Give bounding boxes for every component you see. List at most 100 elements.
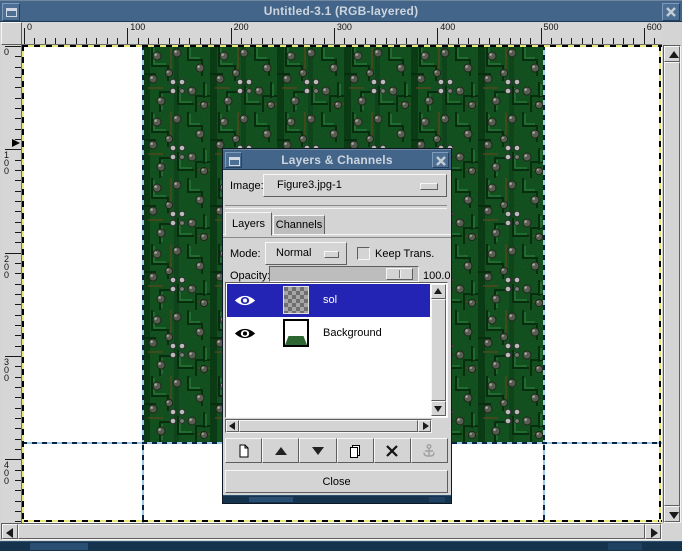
tab-layers[interactable]: Layers (225, 212, 272, 236)
arrow-up-icon (669, 51, 679, 58)
anchor-layer-button[interactable] (411, 438, 448, 463)
close-button[interactable]: Close (225, 470, 448, 493)
vertical-guide-right[interactable] (543, 45, 545, 523)
window-close-button[interactable] (662, 3, 680, 21)
ruler-tick (406, 38, 407, 44)
lower-layer-button[interactable] (299, 438, 336, 463)
ruler-tick (15, 222, 21, 223)
ruler-tick (602, 38, 603, 44)
ruler-tick (189, 38, 190, 44)
mode-select[interactable]: Normal (265, 242, 347, 265)
screen: Untitled-3.1 (RGB-layered) 0100200300400… (0, 0, 682, 551)
ruler-corner-box[interactable] (1, 22, 22, 45)
vertical-guide-left[interactable] (142, 45, 144, 523)
ruler-tick (231, 28, 232, 44)
ruler-tick (592, 38, 593, 44)
arrow-right-icon (423, 422, 429, 430)
canvas-vertical-scrollbar[interactable] (663, 45, 681, 523)
layer-list: sol Background (225, 282, 448, 418)
vertical-scroll-thumb[interactable] (664, 62, 680, 506)
ruler-tick (15, 67, 21, 68)
ruler-tick (15, 418, 21, 419)
ruler-tick (334, 28, 335, 44)
close-icon (665, 6, 677, 18)
dialog-close-button[interactable] (432, 152, 449, 168)
duplicate-layer-button[interactable] (337, 438, 374, 463)
tab-channels[interactable]: Channels (273, 215, 325, 235)
ruler-tick (375, 38, 376, 44)
ruler-tick (15, 170, 21, 171)
new-layer-button[interactable] (225, 438, 262, 463)
close-icon (435, 155, 447, 167)
ruler-tick (499, 38, 500, 44)
layer-name: sol (323, 294, 337, 306)
horizontal-scroll-thumb[interactable] (18, 524, 645, 539)
ruler-tick (15, 366, 21, 367)
image-select[interactable]: Figure3.jpg-1 (263, 174, 447, 197)
arrow-down-icon (669, 512, 679, 519)
frame-segment (249, 497, 293, 502)
arrow-down-icon (434, 406, 442, 412)
ruler-tick (15, 56, 21, 57)
ruler-tick (241, 38, 242, 44)
visibility-eye-icon[interactable] (234, 327, 256, 340)
opacity-slider[interactable] (269, 266, 419, 282)
ruler-tick (571, 38, 572, 44)
ruler-tick (437, 28, 438, 44)
delete-layer-button[interactable] (374, 438, 411, 463)
mode-label: Mode: (230, 248, 261, 260)
ruler-label: 3 0 0 (4, 358, 9, 382)
ruler-tick (15, 501, 21, 502)
ruler-label: 4 0 0 (4, 461, 9, 485)
opacity-slider-handle[interactable] (386, 268, 413, 280)
layer-row-sol[interactable]: sol (227, 284, 430, 317)
horizontal-ruler[interactable]: 0100200300400500600 (22, 22, 662, 45)
scrollbar-corner-top (662, 22, 682, 45)
ruler-tick (262, 38, 263, 44)
vertical-scroll-thumb[interactable] (431, 299, 446, 401)
layer-row-background[interactable]: Background (227, 317, 430, 350)
image-window-titlebar[interactable]: Untitled-3.1 (RGB-layered) (0, 0, 682, 22)
frame-segment (429, 497, 445, 502)
vertical-ruler[interactable]: 01 0 02 0 03 0 04 0 0 (1, 45, 22, 523)
image-label: Image: (230, 180, 264, 192)
ruler-tick (561, 38, 562, 44)
scroll-right-button[interactable] (645, 524, 661, 539)
layer-thumbnail[interactable] (283, 319, 309, 347)
ruler-tick (541, 28, 542, 44)
keep-trans-checkbox[interactable] (357, 247, 370, 260)
canvas-horizontal-scrollbar[interactable] (1, 523, 662, 540)
duplicate-layer-icon (347, 443, 363, 459)
image-select-value: Figure3.jpg-1 (277, 179, 342, 191)
ruler-tick (293, 38, 294, 44)
scroll-down-button[interactable] (431, 401, 446, 416)
ruler-tick (324, 38, 325, 44)
ruler-label: 600 (647, 22, 662, 32)
visibility-eye-icon[interactable] (234, 294, 256, 307)
scroll-left-button[interactable] (226, 420, 239, 432)
ruler-tick (654, 38, 655, 44)
ruler-tick (551, 38, 552, 44)
delete-layer-icon (384, 443, 400, 459)
scroll-left-button[interactable] (2, 524, 18, 539)
layer-list-vertical-scrollbar[interactable] (431, 284, 446, 416)
scroll-up-button[interactable] (664, 46, 680, 62)
layer-boundary-left (22, 45, 24, 523)
scroll-right-button[interactable] (418, 420, 431, 432)
raise-layer-button[interactable] (262, 438, 299, 463)
layer-thumbnail[interactable] (283, 286, 309, 314)
scroll-down-button[interactable] (664, 506, 680, 522)
scroll-up-button[interactable] (431, 284, 446, 299)
thumbnail-image (285, 336, 307, 345)
ruler-tick (65, 38, 66, 44)
layer-list-horizontal-scrollbar[interactable] (225, 419, 432, 433)
ruler-tick (15, 284, 21, 285)
ruler-label: 500 (544, 22, 559, 32)
ruler-tick (210, 38, 211, 44)
scrollbar-corner-bottom (662, 523, 682, 540)
horizontal-scroll-thumb[interactable] (239, 420, 418, 432)
ruler-tick (15, 191, 21, 192)
opacity-value: 100.0 (423, 270, 451, 282)
ruler-tick (520, 38, 521, 44)
dialog-titlebar[interactable]: Layers & Channels (223, 149, 451, 170)
